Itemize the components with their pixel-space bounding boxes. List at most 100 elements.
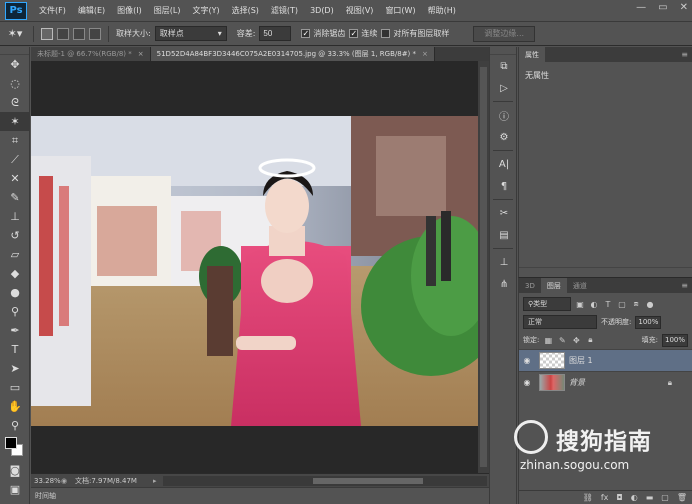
history-panel-icon[interactable]: ⧉ <box>490 55 518 77</box>
blur-tool-icon[interactable]: ● <box>0 283 30 302</box>
info-panel-icon[interactable]: ⓘ <box>490 104 518 126</box>
new-layer-icon[interactable]: ▢ <box>661 493 669 502</box>
brush-presets-icon[interactable]: ▤ <box>490 224 518 246</box>
marquee-tool-icon[interactable]: ◌ <box>0 74 30 93</box>
tool-presets-icon[interactable]: ✂ <box>490 202 518 224</box>
clone-stamp-tool-icon[interactable]: ⊥ <box>0 207 30 226</box>
menu-file[interactable]: 文件(F) <box>33 5 72 16</box>
layer-kind-filter[interactable]: ⚲ 类型 <box>523 297 571 311</box>
type-tool-icon[interactable]: T <box>0 340 30 359</box>
document-image[interactable] <box>31 116 478 426</box>
zoom-level[interactable]: 33.28% <box>31 477 61 485</box>
close-icon[interactable]: × <box>422 50 428 58</box>
panel-menu-icon[interactable]: ≡ <box>677 47 692 62</box>
adjustments-panel-icon[interactable]: ⚙ <box>490 126 518 148</box>
mask-icon[interactable]: ◘ <box>616 493 622 502</box>
menu-3d[interactable]: 3D(D) <box>304 6 340 15</box>
sample-size-select[interactable]: 取样点 ▾ <box>154 26 227 41</box>
tab-3d[interactable]: 3D <box>519 278 541 293</box>
minimize-button[interactable]: — <box>636 2 646 13</box>
link-icon[interactable]: ⛓ <box>583 493 593 502</box>
screen-mode-icon[interactable]: ▣ <box>0 480 30 499</box>
chevron-right-icon[interactable]: ▸ <box>153 477 163 485</box>
refine-edge-button[interactable]: 调整边缘... <box>473 25 536 42</box>
magic-wand-tool-icon[interactable]: ✶ <box>0 112 30 131</box>
tolerance-input[interactable] <box>259 26 292 41</box>
menu-help[interactable]: 帮助(H) <box>422 5 462 16</box>
intersect-selection-mode-icon[interactable] <box>89 27 101 40</box>
horizontal-scrollbar[interactable] <box>163 475 487 486</box>
shape-filter-icon[interactable]: ▢ <box>617 299 627 309</box>
eyedropper-tool-icon[interactable]: ⟋ <box>0 150 30 169</box>
history-brush-tool-icon[interactable]: ↺ <box>0 226 30 245</box>
brush-tool-icon[interactable]: ✎ <box>0 188 30 207</box>
strip-handle[interactable] <box>490 47 516 55</box>
type-filter-icon[interactable]: T <box>603 299 613 309</box>
zoom-tool-icon[interactable]: ⚲ <box>0 416 30 435</box>
timeline-panel-tab[interactable]: 时间轴 <box>31 487 489 504</box>
eye-icon[interactable]: ◉ <box>519 356 535 365</box>
blend-mode-select[interactable]: 正常 <box>523 315 597 329</box>
shape-tool-icon[interactable]: ▭ <box>0 378 30 397</box>
fill-input[interactable]: 100% <box>662 333 688 347</box>
trash-icon[interactable]: 🗑︎ <box>677 493 687 502</box>
lock-image-icon[interactable]: ✎ <box>557 335 567 345</box>
lock-transparent-icon[interactable]: ▦ <box>543 335 553 345</box>
dodge-tool-icon[interactable]: ⚲ <box>0 302 30 321</box>
status-share-icon[interactable]: ◉ <box>61 477 71 485</box>
menu-type[interactable]: 文字(Y) <box>186 5 225 16</box>
adjustment-filter-icon[interactable]: ◐ <box>589 299 599 309</box>
magic-wand-tool-preset-icon[interactable]: ✶▾ <box>4 25 26 43</box>
paragraph-panel-icon[interactable]: ¶ <box>490 175 518 197</box>
paint-bucket-tool-icon[interactable]: ◆ <box>0 264 30 283</box>
close-button[interactable]: ✕ <box>680 2 688 13</box>
tab-layers[interactable]: 图层 <box>540 278 567 293</box>
layer-row[interactable]: ◉ 图层 1 <box>519 349 692 371</box>
hand-tool-icon[interactable]: ✋ <box>0 397 30 416</box>
menu-edit[interactable]: 编辑(E) <box>72 5 111 16</box>
close-icon[interactable]: × <box>138 50 144 58</box>
menu-window[interactable]: 窗口(W) <box>379 5 421 16</box>
lock-all-icon[interactable]: 🔒︎ <box>585 335 595 345</box>
toolbar-handle[interactable] <box>0 47 29 55</box>
lock-position-icon[interactable]: ✥ <box>571 335 581 345</box>
menu-layer[interactable]: 图层(L) <box>148 5 187 16</box>
menu-filter[interactable]: 滤镜(T) <box>265 5 304 16</box>
layer-row[interactable]: ◉ 背景 🔒︎ <box>519 371 692 393</box>
quick-mask-icon[interactable]: ◙ <box>0 461 30 480</box>
foreground-color-swatch[interactable] <box>5 437 17 449</box>
pen-tool-icon[interactable]: ✒ <box>0 321 30 340</box>
panel-menu-icon[interactable]: ≡ <box>677 278 692 293</box>
crop-tool-icon[interactable]: ⌗ <box>0 131 30 150</box>
scrollbar-thumb[interactable] <box>313 477 423 484</box>
fx-icon[interactable]: fx <box>601 493 609 502</box>
brush-panel-icon[interactable]: ⋔ <box>490 273 518 295</box>
path-selection-tool-icon[interactable]: ➤ <box>0 359 30 378</box>
restore-button[interactable]: ▭ <box>658 2 667 13</box>
tab-properties[interactable]: 属性 <box>519 47 545 62</box>
smart-object-filter-icon[interactable]: ⧈ <box>631 299 641 309</box>
move-tool-icon[interactable]: ✥ <box>0 55 30 74</box>
canvas-area[interactable] <box>31 61 478 473</box>
pixel-filter-icon[interactable]: ▣ <box>575 299 585 309</box>
add-selection-mode-icon[interactable] <box>57 27 69 40</box>
healing-brush-tool-icon[interactable]: ✕ <box>0 169 30 188</box>
clone-source-icon[interactable]: ⊥ <box>490 251 518 273</box>
eye-icon[interactable]: ◉ <box>519 378 535 387</box>
folder-icon[interactable]: ▬ <box>646 493 654 502</box>
tab-channels[interactable]: 通道 <box>567 278 593 293</box>
contiguous-checkbox[interactable]: ✓ 连续 <box>349 28 377 39</box>
menu-select[interactable]: 选择(S) <box>226 5 265 16</box>
filter-toggle-icon[interactable]: ● <box>645 299 655 309</box>
new-selection-mode-icon[interactable] <box>41 27 53 40</box>
menu-view[interactable]: 视图(V) <box>340 5 380 16</box>
menu-image[interactable]: 图像(I) <box>111 5 148 16</box>
eraser-tool-icon[interactable]: ▱ <box>0 245 30 264</box>
character-panel-icon[interactable]: A| <box>490 153 518 175</box>
sample-all-layers-checkbox[interactable]: 对所有图层取样 <box>381 28 449 39</box>
adjustment-icon[interactable]: ◐ <box>631 493 638 502</box>
actions-panel-icon[interactable]: ▷ <box>490 77 518 99</box>
scrollbar-thumb[interactable] <box>480 67 487 467</box>
vertical-scrollbar[interactable] <box>478 61 489 473</box>
tab-jpg-document[interactable]: 51D52D4A84BF3D3446C075A2E0314705.jpg @ 3… <box>150 47 435 61</box>
